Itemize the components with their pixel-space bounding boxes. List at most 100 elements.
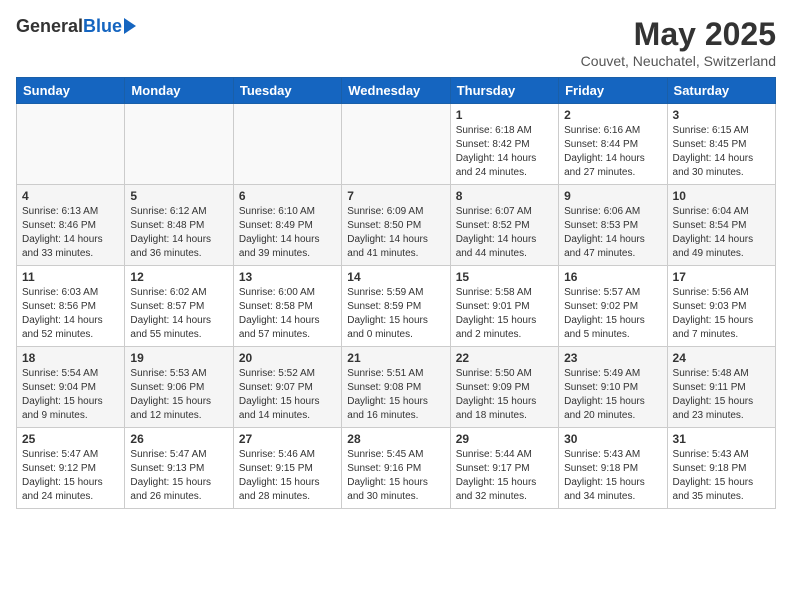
day-number: 26 <box>130 432 227 446</box>
day-number: 24 <box>673 351 770 365</box>
calendar-cell: 15 Sunrise: 5:58 AM Sunset: 9:01 PM Dayli… <box>450 266 558 347</box>
calendar-cell: 22 Sunrise: 5:50 AM Sunset: 9:09 PM Dayli… <box>450 347 558 428</box>
calendar-cell: 17 Sunrise: 5:56 AM Sunset: 9:03 PM Dayli… <box>667 266 775 347</box>
day-info: Sunrise: 6:16 AM Sunset: 8:44 PM Dayligh… <box>564 124 661 180</box>
calendar-cell: 10 Sunrise: 6:04 AM Sunset: 8:54 PM Dayli… <box>667 185 775 266</box>
calendar-cell: 12Sunrise: 6:02 AM Sunset: 8:57 PM Dayli… <box>125 266 233 347</box>
calendar-cell: 7Sunrise: 6:09 AM Sunset: 8:50 PM Daylig… <box>342 185 450 266</box>
calendar-cell: 18 Sunrise: 5:54 AM Sunset: 9:04 PM Dayli… <box>17 347 125 428</box>
weekday-header-monday: Monday <box>125 78 233 104</box>
location-text: Couvet, Neuchatel, Switzerland <box>581 53 776 69</box>
day-info: Sunrise: 5:58 AM Sunset: 9:01 PM Dayligh… <box>456 286 553 342</box>
day-info: Sunrise: 5:50 AM Sunset: 9:09 PM Dayligh… <box>456 367 553 423</box>
day-info: Sunrise: 5:53 AM Sunset: 9:06 PM Dayligh… <box>130 367 227 423</box>
day-info: Sunrise: 5:45 AM Sunset: 9:16 PM Dayligh… <box>347 448 444 504</box>
day-number: 11 <box>22 270 119 284</box>
calendar-cell: 5Sunrise: 6:12 AM Sunset: 8:48 PM Daylig… <box>125 185 233 266</box>
weekday-header-saturday: Saturday <box>667 78 775 104</box>
logo: General Blue <box>16 16 136 37</box>
day-number: 9 <box>564 189 661 203</box>
day-number: 8 <box>456 189 553 203</box>
calendar-cell: 21Sunrise: 5:51 AM Sunset: 9:08 PM Dayli… <box>342 347 450 428</box>
day-info: Sunrise: 6:18 AM Sunset: 8:42 PM Dayligh… <box>456 124 553 180</box>
calendar-cell: 2 Sunrise: 6:16 AM Sunset: 8:44 PM Daylig… <box>559 104 667 185</box>
weekday-header-sunday: Sunday <box>17 78 125 104</box>
day-number: 21 <box>347 351 444 365</box>
day-info: Sunrise: 6:13 AM Sunset: 8:46 PM Dayligh… <box>22 205 119 261</box>
logo-blue-text: Blue <box>83 16 122 37</box>
page-header: General Blue May 2025 Couvet, Neuchatel,… <box>16 16 776 69</box>
day-info: Sunrise: 6:00 AM Sunset: 8:58 PM Dayligh… <box>239 286 336 342</box>
month-title: May 2025 <box>581 16 776 53</box>
day-info: Sunrise: 6:06 AM Sunset: 8:53 PM Dayligh… <box>564 205 661 261</box>
calendar-cell <box>125 104 233 185</box>
calendar-cell: 4 Sunrise: 6:13 AM Sunset: 8:46 PM Daylig… <box>17 185 125 266</box>
calendar-cell: 23Sunrise: 5:49 AM Sunset: 9:10 PM Dayli… <box>559 347 667 428</box>
day-info: Sunrise: 6:03 AM Sunset: 8:56 PM Dayligh… <box>22 286 119 342</box>
day-info: Sunrise: 5:43 AM Sunset: 9:18 PM Dayligh… <box>673 448 770 504</box>
day-number: 19 <box>130 351 227 365</box>
day-number: 1 <box>456 108 553 122</box>
calendar-cell: 9 Sunrise: 6:06 AM Sunset: 8:53 PM Daylig… <box>559 185 667 266</box>
calendar-cell: 20 Sunrise: 5:52 AM Sunset: 9:07 PM Dayli… <box>233 347 341 428</box>
weekday-header-friday: Friday <box>559 78 667 104</box>
calendar-cell <box>342 104 450 185</box>
weekday-header-wednesday: Wednesday <box>342 78 450 104</box>
day-number: 10 <box>673 189 770 203</box>
calendar-cell: 27 Sunrise: 5:46 AM Sunset: 9:15 PM Dayli… <box>233 428 341 509</box>
day-info: Sunrise: 6:15 AM Sunset: 8:45 PM Dayligh… <box>673 124 770 180</box>
calendar-table: SundayMondayTuesdayWednesdayThursdayFrid… <box>16 77 776 509</box>
day-number: 20 <box>239 351 336 365</box>
day-info: Sunrise: 5:54 AM Sunset: 9:04 PM Dayligh… <box>22 367 119 423</box>
day-info: Sunrise: 5:48 AM Sunset: 9:11 PM Dayligh… <box>673 367 770 423</box>
day-info: Sunrise: 5:52 AM Sunset: 9:07 PM Dayligh… <box>239 367 336 423</box>
day-info: Sunrise: 6:04 AM Sunset: 8:54 PM Dayligh… <box>673 205 770 261</box>
week-row-3: 11 Sunrise: 6:03 AM Sunset: 8:56 PM Dayli… <box>17 266 776 347</box>
week-row-1: 1 Sunrise: 6:18 AM Sunset: 8:42 PM Daylig… <box>17 104 776 185</box>
calendar-cell: 26 Sunrise: 5:47 AM Sunset: 9:13 PM Dayli… <box>125 428 233 509</box>
day-number: 3 <box>673 108 770 122</box>
day-number: 13 <box>239 270 336 284</box>
day-info: Sunrise: 5:59 AM Sunset: 8:59 PM Dayligh… <box>347 286 444 342</box>
calendar-cell: 16 Sunrise: 5:57 AM Sunset: 9:02 PM Dayli… <box>559 266 667 347</box>
calendar-cell: 24 Sunrise: 5:48 AM Sunset: 9:11 PM Dayli… <box>667 347 775 428</box>
day-info: Sunrise: 6:10 AM Sunset: 8:49 PM Dayligh… <box>239 205 336 261</box>
calendar-cell: 31 Sunrise: 5:43 AM Sunset: 9:18 PM Dayli… <box>667 428 775 509</box>
day-number: 31 <box>673 432 770 446</box>
calendar-cell: 28 Sunrise: 5:45 AM Sunset: 9:16 PM Dayli… <box>342 428 450 509</box>
calendar-cell: 25Sunrise: 5:47 AM Sunset: 9:12 PM Dayli… <box>17 428 125 509</box>
day-number: 18 <box>22 351 119 365</box>
day-number: 16 <box>564 270 661 284</box>
calendar-cell: 1 Sunrise: 6:18 AM Sunset: 8:42 PM Daylig… <box>450 104 558 185</box>
day-number: 23 <box>564 351 661 365</box>
day-number: 25 <box>22 432 119 446</box>
day-number: 15 <box>456 270 553 284</box>
calendar-cell: 14Sunrise: 5:59 AM Sunset: 8:59 PM Dayli… <box>342 266 450 347</box>
day-info: Sunrise: 5:46 AM Sunset: 9:15 PM Dayligh… <box>239 448 336 504</box>
day-number: 6 <box>239 189 336 203</box>
calendar-cell: 13 Sunrise: 6:00 AM Sunset: 8:58 PM Dayli… <box>233 266 341 347</box>
day-info: Sunrise: 5:47 AM Sunset: 9:13 PM Dayligh… <box>130 448 227 504</box>
day-number: 2 <box>564 108 661 122</box>
day-number: 4 <box>22 189 119 203</box>
week-row-5: 25Sunrise: 5:47 AM Sunset: 9:12 PM Dayli… <box>17 428 776 509</box>
calendar-cell: 11 Sunrise: 6:03 AM Sunset: 8:56 PM Dayli… <box>17 266 125 347</box>
day-number: 27 <box>239 432 336 446</box>
day-number: 30 <box>564 432 661 446</box>
calendar-cell: 6 Sunrise: 6:10 AM Sunset: 8:49 PM Daylig… <box>233 185 341 266</box>
calendar-cell: 19 Sunrise: 5:53 AM Sunset: 9:06 PM Dayli… <box>125 347 233 428</box>
day-info: Sunrise: 6:02 AM Sunset: 8:57 PM Dayligh… <box>130 286 227 342</box>
logo-arrow-icon <box>124 18 136 34</box>
week-row-4: 18 Sunrise: 5:54 AM Sunset: 9:04 PM Dayli… <box>17 347 776 428</box>
day-info: Sunrise: 5:44 AM Sunset: 9:17 PM Dayligh… <box>456 448 553 504</box>
day-number: 22 <box>456 351 553 365</box>
day-number: 17 <box>673 270 770 284</box>
day-number: 7 <box>347 189 444 203</box>
day-info: Sunrise: 5:56 AM Sunset: 9:03 PM Dayligh… <box>673 286 770 342</box>
calendar-cell <box>233 104 341 185</box>
day-number: 28 <box>347 432 444 446</box>
day-number: 29 <box>456 432 553 446</box>
calendar-cell: 8Sunrise: 6:07 AM Sunset: 8:52 PM Daylig… <box>450 185 558 266</box>
day-number: 5 <box>130 189 227 203</box>
day-info: Sunrise: 5:57 AM Sunset: 9:02 PM Dayligh… <box>564 286 661 342</box>
